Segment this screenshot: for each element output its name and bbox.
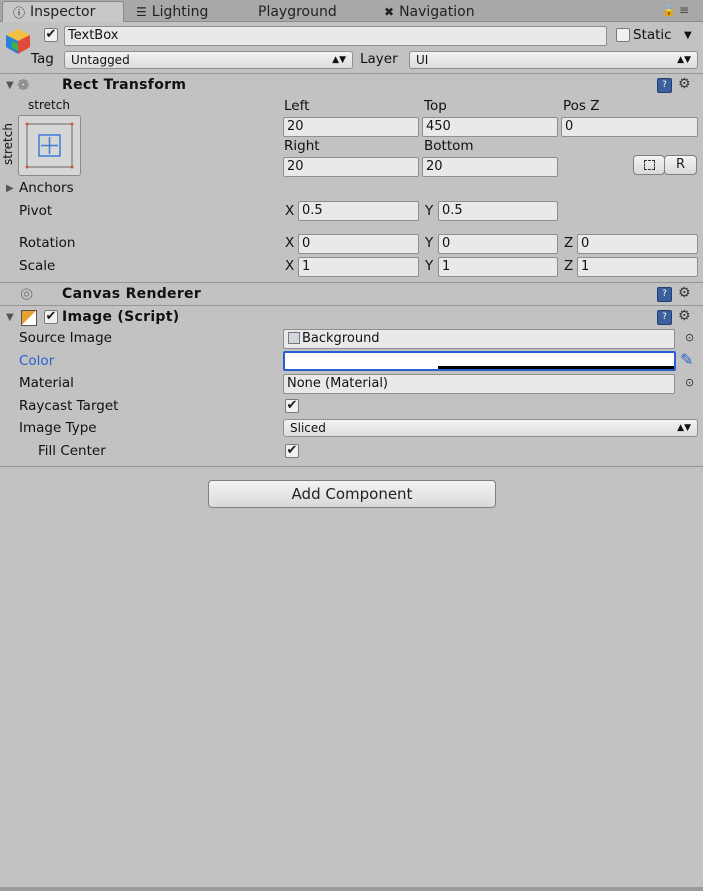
- rect-transform-title: Rect Transform: [62, 77, 187, 93]
- pivot-x-axis-label: X: [285, 203, 295, 219]
- object-name-input[interactable]: TextBox: [64, 26, 607, 46]
- component-divider: [0, 466, 703, 467]
- gear-icon[interactable]: ⚙: [678, 285, 691, 301]
- pivot-label: Pivot: [19, 203, 53, 219]
- material-label: Material: [19, 375, 74, 391]
- scale-x-input[interactable]: 1: [298, 257, 419, 277]
- tab-playground[interactable]: Playground: [248, 1, 368, 22]
- source-image-label: Source Image: [19, 330, 112, 346]
- canvas-renderer-header[interactable]: ◎ Canvas Renderer ? ⚙: [0, 282, 703, 306]
- eyedropper-icon[interactable]: ✎: [680, 350, 693, 369]
- layer-label: Layer: [360, 51, 398, 67]
- static-label: Static: [633, 27, 672, 43]
- layer-dropdown[interactable]: UI ▲▼: [409, 51, 698, 69]
- pivot-y-input[interactable]: 0.5: [438, 201, 558, 221]
- gear-icon[interactable]: ⚙: [678, 308, 691, 324]
- top-label: Top: [424, 98, 447, 114]
- add-component-button[interactable]: Add Component: [208, 480, 496, 508]
- pivot-y-axis-label: Y: [425, 203, 434, 219]
- image-script-title: Image (Script): [62, 309, 180, 325]
- image-type-dropdown[interactable]: Sliced ▲▼: [283, 419, 698, 437]
- gear-icon[interactable]: ⚙: [678, 76, 691, 92]
- pivot-x-input[interactable]: 0.5: [298, 201, 419, 221]
- image-enabled-checkbox[interactable]: ✔: [44, 310, 58, 324]
- dropdown-arrows-icon: ▲▼: [677, 423, 691, 433]
- anchors-fold-arrow-icon[interactable]: ▶: [6, 183, 14, 194]
- scale-z-axis-label: Z: [564, 258, 574, 274]
- dropdown-arrows-icon: ▲▼: [677, 55, 691, 65]
- dropdown-arrows-icon: ▲▼: [332, 55, 346, 65]
- tab-navigation[interactable]: ✖ Navigation: [374, 1, 494, 22]
- anchors-label[interactable]: Anchors: [19, 180, 74, 196]
- tab-lighting[interactable]: ☰ Lighting: [126, 1, 246, 22]
- left-input[interactable]: 20: [283, 117, 419, 137]
- anchor-stretch-side-label: stretch: [0, 123, 15, 165]
- help-icon[interactable]: ?: [657, 78, 672, 93]
- rotation-x-axis-label: X: [285, 235, 295, 251]
- anchor-stretch-top-label: stretch: [28, 98, 70, 112]
- tag-label: Tag: [31, 51, 54, 67]
- right-label: Right: [284, 138, 320, 154]
- posz-label: Pos Z: [563, 98, 600, 114]
- info-icon: ⓘ: [13, 5, 26, 20]
- tag-dropdown[interactable]: Untagged ▲▼: [64, 51, 353, 69]
- scale-y-axis-label: Y: [425, 258, 434, 274]
- help-icon[interactable]: ?: [657, 310, 672, 325]
- rotation-z-axis-label: Z: [564, 235, 574, 251]
- blueprint-mode-button[interactable]: [633, 155, 665, 175]
- fold-arrow-icon[interactable]: ▼: [6, 312, 14, 323]
- bottom-border: [0, 887, 703, 891]
- rotation-y-input[interactable]: 0: [438, 234, 558, 254]
- raycast-target-label: Raycast Target: [19, 398, 119, 414]
- help-icon[interactable]: ?: [657, 287, 672, 302]
- scale-label: Scale: [19, 258, 56, 274]
- scale-y-input[interactable]: 1: [438, 257, 558, 277]
- posz-input[interactable]: 0: [561, 117, 698, 137]
- rect-transform-header[interactable]: ▼ ❁ Rect Transform ? ⚙: [0, 73, 703, 97]
- fill-center-label: Fill Center: [38, 443, 106, 459]
- material-field[interactable]: None (Material): [283, 374, 675, 394]
- rotation-z-input[interactable]: 0: [577, 234, 698, 254]
- anchor-preset-button[interactable]: [18, 115, 81, 176]
- alpha-bar: [438, 366, 674, 369]
- lighting-icon: ☰: [136, 4, 147, 19]
- material-picker-icon[interactable]: ⊙: [685, 376, 694, 389]
- right-input[interactable]: 20: [283, 157, 419, 177]
- rotation-x-input[interactable]: 0: [298, 234, 419, 254]
- lock-icon[interactable]: 🔒: [662, 4, 676, 17]
- bottom-label: Bottom: [424, 138, 474, 154]
- rect-transform-icon: ❁: [17, 76, 30, 94]
- blueprint-icon: [643, 160, 655, 170]
- color-label: Color: [19, 353, 55, 369]
- image-script-header[interactable]: ▼ ✔ Image (Script) ? ⚙: [0, 305, 703, 329]
- fold-arrow-icon[interactable]: ▼: [6, 80, 14, 91]
- static-dropdown-arrow-icon[interactable]: ▼: [684, 30, 692, 41]
- source-image-field[interactable]: Background: [283, 329, 675, 349]
- raycast-target-checkbox[interactable]: ✔: [285, 399, 299, 413]
- scale-z-input[interactable]: 1: [577, 257, 698, 277]
- rotation-label: Rotation: [19, 235, 76, 251]
- fill-center-checkbox[interactable]: ✔: [285, 444, 299, 458]
- static-checkbox[interactable]: ✔: [616, 28, 630, 42]
- gameobject-cube-icon: [4, 27, 32, 55]
- tab-bar: ⓘ Inspector ☰ Lighting Playground ✖ Navi…: [0, 0, 703, 22]
- scale-x-axis-label: X: [285, 258, 295, 274]
- menu-icon[interactable]: ≡: [679, 3, 689, 17]
- source-image-picker-icon[interactable]: ⊙: [685, 331, 694, 344]
- image-component-icon: [21, 310, 37, 326]
- canvas-renderer-icon: ◎: [20, 284, 34, 302]
- tab-inspector[interactable]: ⓘ Inspector: [2, 1, 124, 22]
- bottom-input[interactable]: 20: [422, 157, 558, 177]
- active-checkbox[interactable]: ✔: [44, 28, 58, 42]
- rotation-y-axis-label: Y: [425, 235, 434, 251]
- navigation-icon: ✖: [384, 4, 395, 19]
- top-input[interactable]: 450: [422, 117, 558, 137]
- left-label: Left: [284, 98, 310, 114]
- color-field[interactable]: [283, 351, 676, 371]
- image-type-label: Image Type: [19, 420, 97, 436]
- sprite-icon: [288, 332, 300, 344]
- canvas-renderer-title: Canvas Renderer: [62, 286, 202, 302]
- raw-edit-button[interactable]: R: [664, 155, 697, 175]
